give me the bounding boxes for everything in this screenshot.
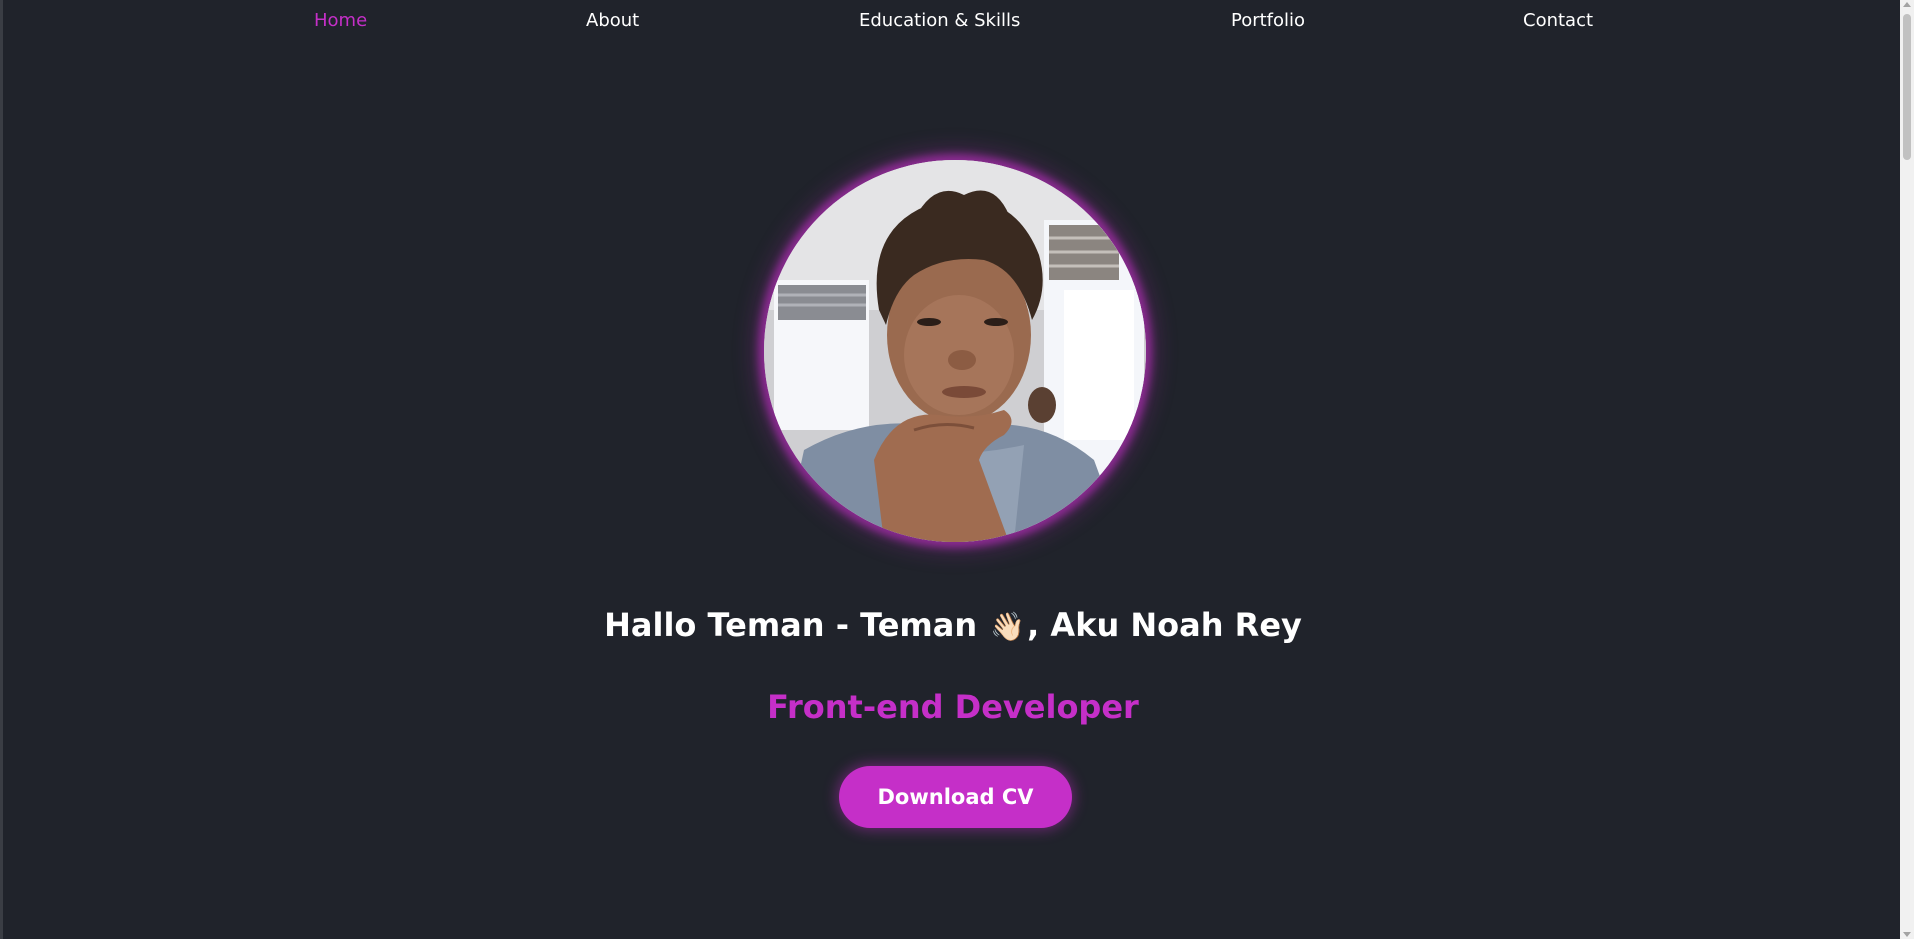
greeting-suffix: , Aku Noah Rey — [1027, 606, 1302, 644]
nav-contact-link[interactable]: Contact — [1523, 10, 1593, 31]
nav-home-link[interactable]: Home — [314, 10, 367, 31]
profile-photo — [764, 160, 1146, 542]
greeting-prefix: Hallo Teman - Teman — [604, 606, 978, 644]
profile-photo-illustration — [764, 160, 1146, 542]
waving-hand-icon: 👋🏻 — [990, 610, 1026, 643]
greeting-heading: Hallo Teman - Teman 👋🏻, Aku Noah Rey — [3, 606, 1903, 644]
download-cv-button[interactable]: Download CV — [839, 766, 1072, 828]
nav-portfolio-link[interactable]: Portfolio — [1231, 10, 1305, 31]
scrollbar-thumb[interactable] — [1903, 14, 1911, 160]
top-nav: Home About Education & Skills Portfolio … — [3, 0, 1903, 44]
vertical-scrollbar[interactable] — [1900, 0, 1914, 939]
role-title: Front-end Developer — [767, 688, 1139, 726]
page: Home About Education & Skills Portfolio … — [0, 0, 1914, 939]
scroll-up-arrow-icon[interactable] — [1903, 2, 1911, 7]
nav-education-skills-link[interactable]: Education & Skills — [859, 10, 1020, 31]
nav-about-link[interactable]: About — [586, 10, 639, 31]
scroll-down-arrow-icon[interactable] — [1903, 932, 1911, 937]
